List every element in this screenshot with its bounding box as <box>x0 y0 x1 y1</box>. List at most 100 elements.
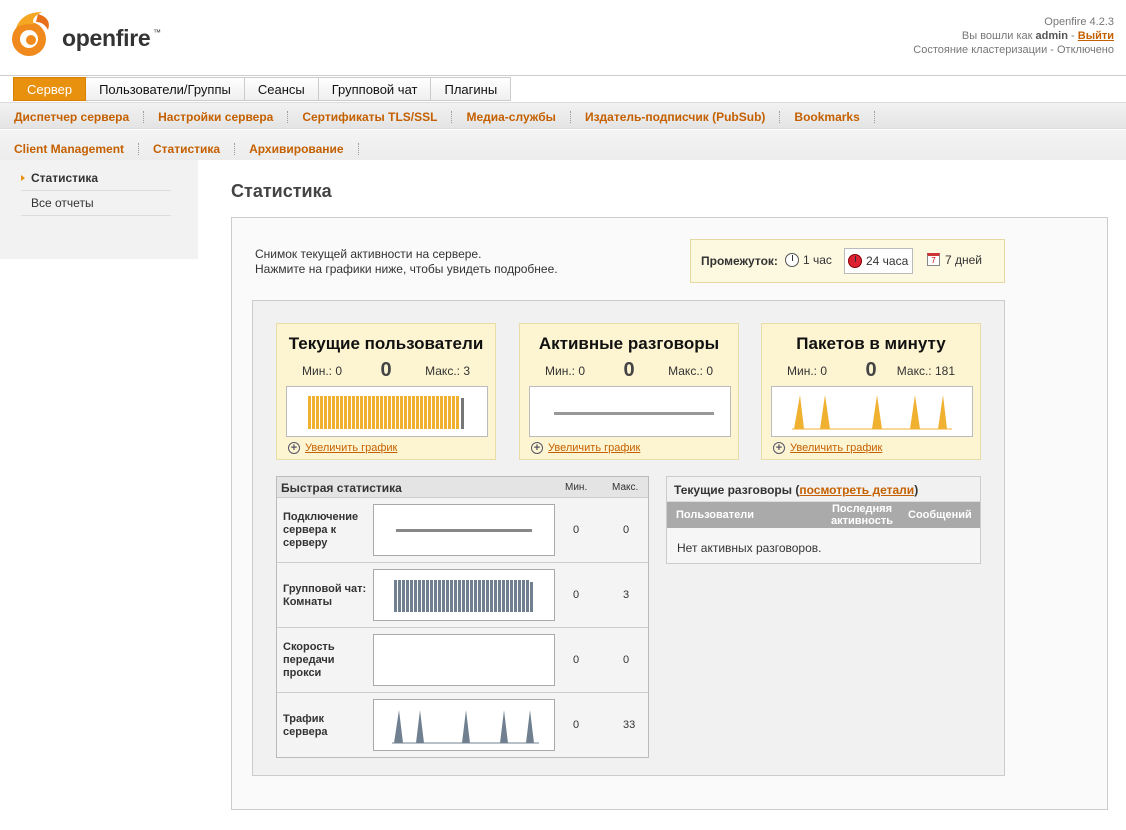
period-7-days[interactable]: 7 7 дней <box>924 248 982 274</box>
card-active-conversations[interactable]: Активные разговоры Мин.: 0 0 Макс.: 0 + … <box>519 323 739 460</box>
subnav-archiving[interactable]: Архивирование <box>235 143 359 155</box>
period-24-hours[interactable]: 24 часа <box>844 248 914 274</box>
s2s-graph[interactable] <box>373 504 555 556</box>
col-messages: Сообщений <box>908 509 972 521</box>
separator: - <box>1071 30 1075 42</box>
period-selector: Промежуток: 1 час 24 часа 7 7 дней <box>690 239 1005 283</box>
stat-max: 33 <box>623 719 636 731</box>
stat-label: Скорость передачи прокси <box>283 641 335 679</box>
conversations-header: Текущие разговоры (посмотреть детали) <box>667 477 980 502</box>
plus-icon: + <box>773 442 785 454</box>
tab-server[interactable]: Сервер <box>13 77 87 101</box>
subnav-bookmarks[interactable]: Bookmarks <box>780 111 875 123</box>
stat-row-proxy: Скорость передачи прокси 0 0 <box>277 628 648 693</box>
quick-stats-header: Быстрая статистика Мин. Макс. <box>277 477 648 498</box>
current-conversations: Текущие разговоры (посмотреть детали) По… <box>666 476 981 564</box>
cluster-status: Состояние кластеризации - Отключено <box>913 44 1114 56</box>
proxy-graph[interactable] <box>373 634 555 686</box>
subnav-server-manager[interactable]: Диспетчер сервера <box>14 111 145 123</box>
col-users: Пользователи <box>676 509 755 521</box>
subnav-statistics[interactable]: Статистика <box>139 143 236 155</box>
intro-text: Снимок текущей активности на сервере. На… <box>255 247 558 277</box>
logged-in-label: Вы вошли как <box>961 30 1033 42</box>
header-info: Openfire 4.2.3 Вы вошли как admin - Выйт… <box>913 15 1114 57</box>
clock-icon <box>785 253 799 267</box>
card-packets-per-minute[interactable]: Пакетов в минуту Мин.: 0 0 Макс.: 181 + … <box>761 323 981 460</box>
plus-icon: + <box>531 442 543 454</box>
card-max: Макс.: 181 <box>896 364 955 378</box>
title-prefix: Текущие разговоры ( <box>674 483 800 497</box>
conversations-title: Текущие разговоры (посмотреть детали) <box>674 483 918 497</box>
clock-red-icon <box>848 254 862 268</box>
sidebar-item-label: Статистика <box>31 171 99 185</box>
subnav-tls-certificates[interactable]: Сертификаты TLS/SSL <box>288 111 453 123</box>
conversations-sparkline <box>554 412 714 415</box>
zoom-graph-link[interactable]: + Увеличить график <box>773 442 882 454</box>
period-1-hour[interactable]: 1 час <box>782 248 832 274</box>
plus-icon: + <box>288 442 300 454</box>
card-title: Пакетов в минуту <box>796 334 946 353</box>
calendar-icon: 7 <box>927 253 940 266</box>
muc-graph[interactable] <box>373 569 555 621</box>
stat-min: 0 <box>573 524 580 536</box>
view-details-link[interactable]: посмотреть детали <box>799 483 914 497</box>
stat-row-traffic: Трафик сервера 0 33 <box>277 693 648 758</box>
s2s-sparkline <box>396 529 532 532</box>
conversations-graph[interactable] <box>529 386 731 437</box>
packets-graph[interactable] <box>771 386 973 437</box>
title-suffix: ) <box>914 483 919 497</box>
col-max: Макс. <box>612 482 639 493</box>
card-title: Текущие пользователи <box>288 334 484 353</box>
period-option-label: 1 час <box>803 253 832 267</box>
stat-min: 0 <box>573 719 580 731</box>
version: Openfire 4.2.3 <box>1044 16 1114 28</box>
logout-link[interactable]: Выйти <box>1078 30 1114 42</box>
stat-row-s2s: Подключение сервера к серверу 0 0 <box>277 498 648 563</box>
users-graph[interactable] <box>286 386 488 437</box>
period-label: Промежуток: <box>701 254 778 268</box>
quick-stats-table: Быстрая статистика Мин. Макс. Подключени… <box>276 476 649 758</box>
zoom-link-text[interactable]: Увеличить график <box>305 442 397 454</box>
packets-sparkline <box>792 395 952 430</box>
tab-sessions[interactable]: Сеансы <box>244 77 319 101</box>
users-sparkline <box>308 396 464 429</box>
subnav-pubsub[interactable]: Издатель-подписчик (PubSub) <box>571 111 781 123</box>
stat-label: Подключение сервера к серверу <box>283 511 359 549</box>
traffic-sparkline <box>392 710 539 744</box>
tab-plugins[interactable]: Плагины <box>431 77 512 101</box>
subnav-client-management[interactable]: Client Management <box>14 143 140 155</box>
col-last-activity: Последняя активность <box>830 503 894 527</box>
col-min: Мин. <box>565 482 588 493</box>
sidebar-item-all-reports[interactable]: Все отчеты <box>21 191 171 216</box>
sidebar: Статистика Все отчеты <box>0 160 198 259</box>
username: admin <box>1035 30 1068 42</box>
muc-sparkline <box>394 580 533 612</box>
zoom-graph-link[interactable]: + Увеличить график <box>531 442 640 454</box>
zoom-link-text[interactable]: Увеличить график <box>548 442 640 454</box>
card-max: Макс.: 0 <box>668 364 713 378</box>
zoom-graph-link[interactable]: + Увеличить график <box>288 442 397 454</box>
traffic-graph[interactable] <box>373 699 555 751</box>
subnav-media-services[interactable]: Медиа-службы <box>452 111 571 123</box>
arrow-right-icon <box>21 175 25 181</box>
zoom-link-text[interactable]: Увеличить график <box>790 442 882 454</box>
header: openfire ™ Openfire 4.2.3 Вы вошли как a… <box>0 0 1126 76</box>
subnav-server-settings[interactable]: Настройки сервера <box>144 111 289 123</box>
card-max: Макс.: 3 <box>425 364 470 378</box>
stat-label: Групповой чат: Комнаты <box>283 583 367 608</box>
quick-stats-title: Быстрая статистика <box>281 481 402 495</box>
main-tabs: Сервер Пользователи/Группы Сеансы Группо… <box>13 77 512 101</box>
period-option-label: 7 дней <box>945 253 983 267</box>
subnav-bar-1: Диспетчер сервера Настройки сервера Серт… <box>0 102 1126 129</box>
brand-name: openfire <box>62 25 151 51</box>
tab-group-chat[interactable]: Групповой чат <box>318 77 432 101</box>
card-title: Активные разговоры <box>538 334 720 353</box>
subnav-bar-2: Client Management Статистика Архивирован… <box>0 130 1126 160</box>
stat-min: 0 <box>573 589 580 601</box>
sidebar-item-label: Все отчеты <box>31 196 94 210</box>
sidebar-item-statistics[interactable]: Статистика <box>21 166 171 191</box>
card-current-users[interactable]: Текущие пользователи Мин.: 0 0 Макс.: 3 … <box>276 323 496 460</box>
stat-max: 0 <box>623 524 630 536</box>
page-title: Статистика <box>231 181 332 201</box>
tab-users-groups[interactable]: Пользователи/Группы <box>86 77 245 101</box>
